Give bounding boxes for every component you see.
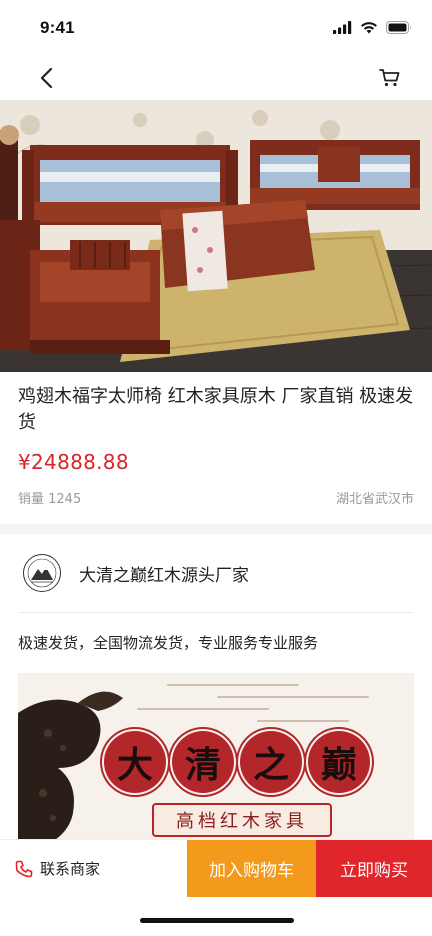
section-divider bbox=[0, 524, 432, 534]
bottom-action-bar: 联系商家 加入购物车 立即购买 bbox=[0, 839, 432, 897]
shop-name: 大清之巅红木源头厂家 bbox=[79, 565, 249, 586]
battery-icon bbox=[386, 20, 411, 34]
shop-row[interactable]: 大清之巅红木源头厂家 bbox=[18, 546, 414, 600]
signal-icon bbox=[333, 20, 352, 34]
product-image[interactable] bbox=[0, 100, 432, 372]
home-indicator bbox=[140, 918, 294, 923]
mountain-badge-icon bbox=[23, 554, 61, 592]
chevron-left-icon bbox=[40, 67, 53, 89]
banner-char: 之 bbox=[240, 731, 302, 793]
sales-count: 销量 1245 bbox=[18, 492, 82, 507]
contact-merchant-button[interactable]: 联系商家 bbox=[0, 840, 187, 897]
status-time: 9:41 bbox=[40, 18, 75, 37]
cart-button[interactable] bbox=[374, 62, 406, 94]
back-button[interactable] bbox=[30, 62, 62, 94]
contact-merchant-label: 联系商家 bbox=[40, 860, 101, 878]
banner-title: 大 清 之 巅 bbox=[104, 731, 370, 793]
product-meta: 销量 1245 湖北省武汉市 bbox=[18, 488, 414, 507]
sofa-set-image bbox=[0, 100, 432, 372]
shop-divider bbox=[18, 612, 414, 613]
status-icons bbox=[333, 19, 412, 35]
shop-logo bbox=[22, 553, 62, 593]
buy-now-button[interactable]: 立即购买 bbox=[316, 840, 432, 897]
phone-icon bbox=[15, 860, 33, 877]
status-bar: 9:41 bbox=[0, 0, 432, 56]
banner-char: 大 bbox=[104, 731, 166, 793]
add-to-cart-button[interactable]: 加入购物车 bbox=[187, 840, 316, 897]
product-description: 极速发货，全国物流发货，专业服务专业服务 bbox=[18, 634, 319, 652]
banner-char: 巅 bbox=[308, 731, 370, 793]
product-price: ¥24888.88 bbox=[18, 450, 129, 474]
cart-icon bbox=[379, 69, 400, 87]
banner-subtitle: 高档红木家具 bbox=[152, 803, 332, 837]
nav-bar bbox=[0, 56, 432, 100]
ship-location: 湖北省武汉市 bbox=[335, 492, 414, 507]
wifi-icon bbox=[361, 21, 377, 33]
product-detail-screen: 9:41 鸡翅木福字太师椅 红木家具原木 厂家直销 极速发货 ¥24888.88… bbox=[0, 0, 432, 936]
banner-char: 清 bbox=[172, 731, 234, 793]
product-title: 鸡翅木福字太师椅 红木家具原木 厂家直销 极速发货 bbox=[18, 386, 414, 433]
